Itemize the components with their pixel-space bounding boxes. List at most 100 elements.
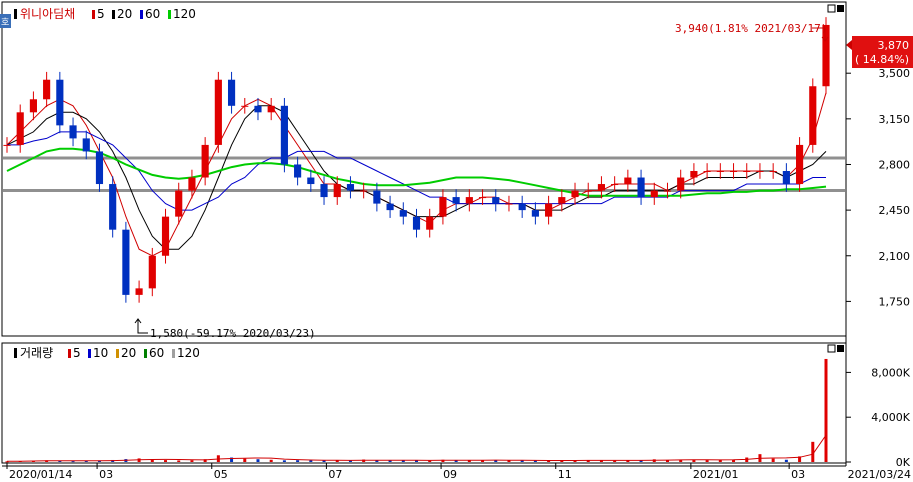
candle-body [109, 184, 117, 230]
legend-swatch [144, 349, 147, 358]
legend-swatch [88, 349, 91, 358]
volume-bar [824, 358, 828, 462]
legend-swatch [172, 349, 175, 358]
candle-body [43, 79, 51, 100]
x-tick-label: 05 [214, 468, 228, 481]
maximize-icon[interactable] [837, 5, 844, 12]
x-tick-label: 11 [558, 468, 572, 481]
candle-body [492, 197, 500, 204]
candle-body [426, 216, 434, 230]
low-annotation-text: 1,580(-59.17% 2020/03/23) [150, 327, 316, 340]
y-tick-label: 1,750 [879, 295, 911, 308]
candle-body [307, 177, 315, 185]
volume-bar [309, 460, 313, 462]
volume-bar [256, 459, 260, 462]
minimize-icon[interactable] [827, 4, 836, 13]
candle-body [412, 216, 421, 230]
y-tick-label: 2,450 [879, 204, 911, 217]
candle-body [148, 255, 156, 289]
candle-body [320, 184, 328, 198]
legend-swatch [92, 10, 95, 19]
stock-chart: 호 위니아딤채 5 20 60 120 거래량 5 10 20 60 120 3,500 3,1… [0, 1, 913, 481]
x-tick-label: 2020/01/14 [9, 468, 72, 481]
minimize-icon[interactable] [827, 344, 836, 353]
legend-swatch [140, 10, 143, 19]
legend-label: 60 [149, 346, 164, 360]
y-tick-label: 3,150 [879, 113, 911, 126]
volume-bar [164, 460, 168, 462]
candle-body [373, 190, 381, 204]
candle-body [333, 184, 341, 198]
legend-label: 120 [173, 7, 196, 21]
candle-body [69, 125, 77, 139]
candle-body [756, 171, 764, 172]
candle-body [545, 203, 553, 217]
volume-bar [282, 460, 286, 462]
candle-body [386, 203, 394, 211]
candle-body [531, 210, 539, 217]
legend-label: 20 [121, 346, 136, 360]
volume-bar [190, 460, 194, 462]
candle-body [399, 210, 407, 217]
volume-bar [243, 458, 247, 462]
candle-body [690, 171, 698, 178]
legend-swatch [168, 10, 171, 19]
legend-marker [14, 9, 17, 19]
candle-body [294, 164, 302, 178]
candle-body [637, 177, 645, 198]
current-price: 3,870 [878, 39, 910, 52]
legend-label: 60 [145, 7, 160, 21]
volume-tick-label: 8,000K [871, 366, 910, 379]
maximize-icon[interactable] [837, 345, 844, 352]
candle-body [558, 197, 566, 204]
stock-name: 위니아딤채 [20, 7, 75, 21]
candle-body [16, 112, 24, 145]
candle-body [56, 79, 64, 126]
candle-body [3, 144, 11, 146]
candle-body [571, 190, 579, 198]
volume-bar [705, 460, 709, 462]
candle-body [135, 288, 143, 295]
legend-marker [14, 348, 17, 358]
candle-body [241, 105, 249, 107]
volume-title: 거래량 [20, 346, 53, 360]
volume-bar [296, 460, 300, 462]
candle-body [201, 144, 209, 178]
candle-body [267, 105, 275, 113]
pane-toggle-glyph: 호 [1, 17, 9, 28]
candle-body [716, 171, 724, 172]
candle-body [518, 203, 526, 211]
candle-body [597, 184, 606, 191]
candle-body [769, 171, 777, 172]
y-tick-label: 3,500 [879, 67, 911, 80]
candle-body [465, 197, 473, 204]
volume-bar [784, 459, 788, 462]
legend-label: 5 [73, 346, 81, 360]
candle-body [439, 197, 447, 217]
candle-body [452, 197, 460, 204]
current-price-box: 3,870 ( 14.84%) [846, 36, 913, 68]
x-tick-label: 03 [99, 468, 113, 481]
x-tick-label-last: 2021/03/24 [848, 468, 911, 481]
candle-body [663, 190, 672, 192]
candle-body [729, 171, 738, 172]
candle-body [611, 184, 619, 186]
volume-tick-label: 4,000K [871, 411, 910, 424]
candle-body [743, 171, 751, 172]
current-change: ( 14.84%) [855, 53, 909, 66]
legend-swatch [112, 10, 115, 19]
legend-label: 5 [97, 7, 105, 21]
x-tick-label: 03 [791, 468, 805, 481]
x-tick-label: 07 [328, 468, 342, 481]
volume-bar [177, 460, 181, 462]
candle-body [478, 197, 487, 199]
legend-label: 120 [177, 346, 200, 360]
candle-body [360, 190, 368, 192]
candle-body [95, 151, 104, 185]
candle-body [214, 79, 222, 145]
volume-bar [269, 459, 273, 462]
y-tick-label: 2,100 [879, 250, 911, 263]
candle-body [677, 177, 685, 191]
candle-body [782, 171, 790, 185]
y-tick-label: 2,800 [879, 158, 911, 171]
